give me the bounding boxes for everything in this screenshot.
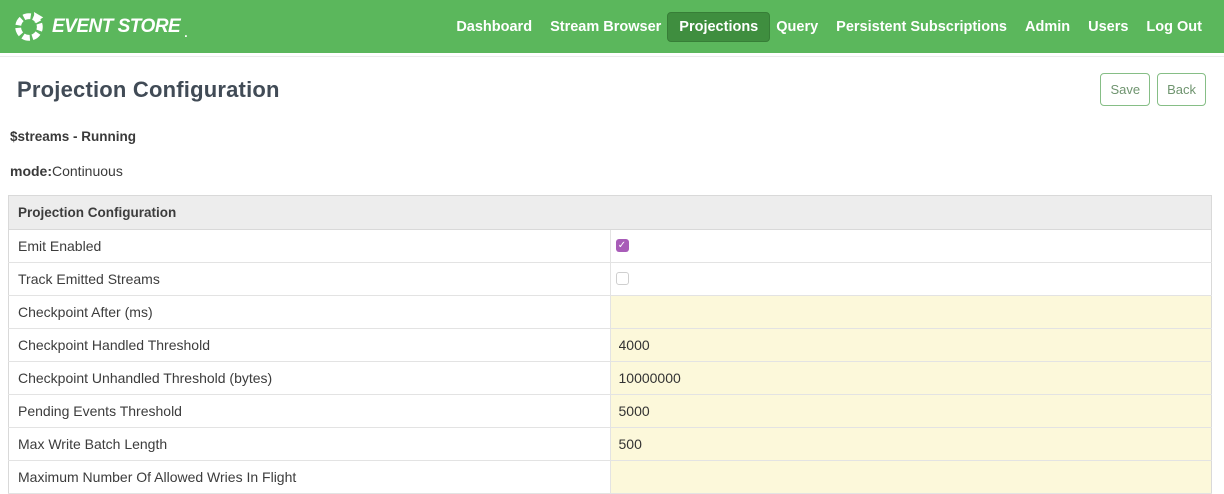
table-row: Checkpoint After (ms) <box>9 296 1212 329</box>
config-value-input[interactable] <box>611 461 1212 493</box>
config-table-body: Emit Enabled✓Track Emitted StreamsCheckp… <box>9 230 1212 494</box>
config-label: Emit Enabled <box>9 230 611 263</box>
config-label: Pending Events Threshold <box>9 395 611 428</box>
nav-item-log-out[interactable]: Log Out <box>1146 19 1202 35</box>
mode-value: Continuous <box>52 163 123 179</box>
table-row: Checkpoint Unhandled Threshold (bytes) <box>9 362 1212 395</box>
nav-item-query[interactable]: Query <box>776 19 818 35</box>
event-store-logo-icon <box>14 12 44 42</box>
brand-text: EVENT STORE <box>52 16 180 38</box>
nav-items: Dashboard Stream Browser Projections Query P… <box>456 12 1202 42</box>
brand[interactable]: EVENT STORE . <box>14 12 188 42</box>
config-value-input[interactable] <box>611 395 1212 427</box>
checkbox-checked-icon[interactable]: ✓ <box>616 239 629 252</box>
table-row: Checkpoint Handled Threshold <box>9 329 1212 362</box>
config-value-input[interactable] <box>611 329 1212 361</box>
nav-item-persistent-subscriptions[interactable]: Persistent Subscriptions <box>836 19 1007 35</box>
config-label: Checkpoint After (ms) <box>9 296 611 329</box>
config-value-input[interactable] <box>611 362 1212 394</box>
main-content: Projection Configuration Save Back $stre… <box>0 57 1224 494</box>
save-button[interactable]: Save <box>1100 73 1150 106</box>
back-button[interactable]: Back <box>1157 73 1206 106</box>
table-row: Track Emitted Streams <box>9 263 1212 296</box>
config-label: Track Emitted Streams <box>9 263 611 296</box>
navbar: EVENT STORE . Dashboard Stream Browser Pro… <box>0 0 1224 53</box>
nav-item-users[interactable]: Users <box>1088 19 1128 35</box>
config-value-input[interactable] <box>611 296 1212 328</box>
page-header: Projection Configuration Save Back <box>0 57 1224 106</box>
config-table: Projection Configuration Emit Enabled ✓ Tr… <box>8 195 1212 494</box>
page-title: Projection Configuration <box>17 77 280 103</box>
projection-mode: mode:Continuous <box>10 163 1224 179</box>
config-label: Checkpoint Handled Threshold <box>9 329 611 362</box>
projection-status: $streams - Running <box>10 129 1224 144</box>
config-label: Checkpoint Unhandled Threshold (bytes) <box>9 362 611 395</box>
checkbox-unchecked[interactable] <box>616 272 629 285</box>
brand-dot: . <box>184 26 187 40</box>
config-label: Max Write Batch Length <box>9 428 611 461</box>
nav-item-admin[interactable]: Admin <box>1025 19 1070 35</box>
config-label: Maximum Number Of Allowed Wries In Fligh… <box>9 461 611 494</box>
table-row: Max Write Batch Length <box>9 428 1212 461</box>
table-row: Emit Enabled ✓ <box>9 230 1212 263</box>
table-header-label: Projection Configuration <box>9 196 1212 230</box>
table-header-row: Projection Configuration <box>9 196 1212 230</box>
table-row: Maximum Number Of Allowed Wries In Fligh… <box>9 461 1212 494</box>
mode-label: mode: <box>10 163 52 179</box>
nav-item-projections[interactable]: Projections <box>667 12 770 42</box>
table-row: Pending Events Threshold <box>9 395 1212 428</box>
header-buttons: Save Back <box>1100 73 1206 106</box>
nav-item-stream-browser[interactable]: Stream Browser <box>550 19 661 35</box>
nav-item-dashboard[interactable]: Dashboard <box>456 19 532 35</box>
config-value-input[interactable] <box>611 428 1212 460</box>
